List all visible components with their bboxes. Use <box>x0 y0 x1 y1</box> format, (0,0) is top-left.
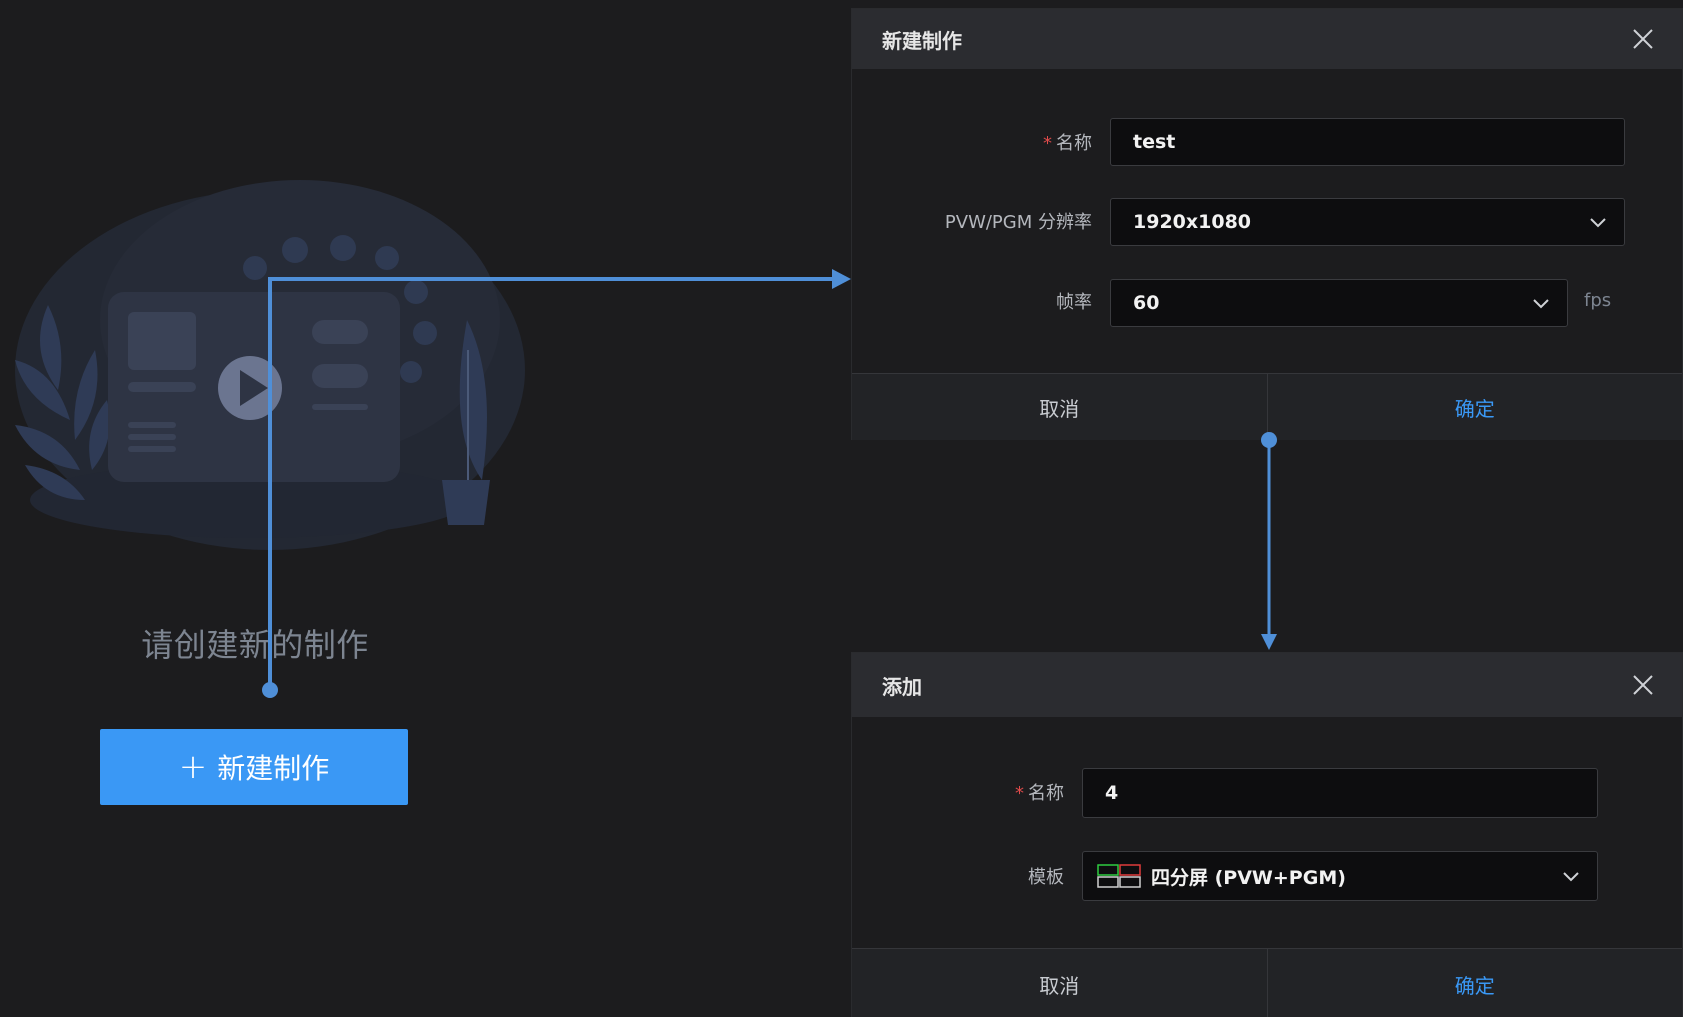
close-icon[interactable] <box>1630 26 1656 52</box>
template-select[interactable]: 四分屏 (PVW+PGM) <box>1082 851 1598 901</box>
dialog-header: 添加 <box>852 653 1682 717</box>
dialog-title: 添加 <box>882 674 922 699</box>
flow-arrow-to-add-dialog <box>1261 432 1277 650</box>
cancel-button[interactable]: 取消 <box>852 374 1268 440</box>
confirm-button[interactable]: 确定 <box>1268 374 1683 440</box>
chevron-down-icon <box>1563 872 1579 882</box>
framerate-select[interactable]: 60 <box>1110 279 1568 327</box>
framerate-label: 帧率 <box>1056 292 1092 313</box>
name-input[interactable]: 4 <box>1082 768 1598 818</box>
plus-icon: + <box>178 747 208 787</box>
name-label: * 名称 <box>1015 783 1064 804</box>
dialog-footer: 取消 确定 <box>852 373 1682 440</box>
cancel-button[interactable]: 取消 <box>852 949 1268 1017</box>
add-dialog: 添加 * 名称 4 模板 四分屏 (PVW+PGM) 取消 确定 <box>851 652 1683 1017</box>
empty-state-illustration <box>15 180 525 550</box>
template-label: 模板 <box>1028 867 1064 888</box>
chevron-down-icon <box>1533 299 1549 309</box>
dialog-header: 新建制作 <box>852 9 1682 69</box>
empty-state-message: 请创建新的制作 <box>141 626 369 664</box>
dialog-footer: 取消 确定 <box>852 948 1682 1017</box>
new-production-dialog: 新建制作 * 名称 test PVW/PGM 分辨率 1920x1080 帧率 6… <box>851 8 1683 440</box>
quad-layout-icon <box>1097 864 1141 888</box>
workspace: 请创建新的制作 + 新建制作 新建制作 * 名称 test PVW/PGM 分辨率… <box>0 0 1683 1017</box>
new-production-button[interactable]: + 新建制作 <box>100 729 408 805</box>
chevron-down-icon <box>1590 218 1606 228</box>
framerate-unit: fps <box>1584 290 1612 311</box>
confirm-button[interactable]: 确定 <box>1268 949 1683 1017</box>
new-production-button-label: 新建制作 <box>217 752 330 785</box>
name-input[interactable]: test <box>1110 118 1625 166</box>
resolution-label: PVW/PGM 分辨率 <box>944 212 1092 233</box>
close-icon[interactable] <box>1630 672 1656 698</box>
name-label: * 名称 <box>1043 133 1092 154</box>
resolution-select[interactable]: 1920x1080 <box>1110 198 1625 246</box>
dialog-title: 新建制作 <box>882 28 962 53</box>
